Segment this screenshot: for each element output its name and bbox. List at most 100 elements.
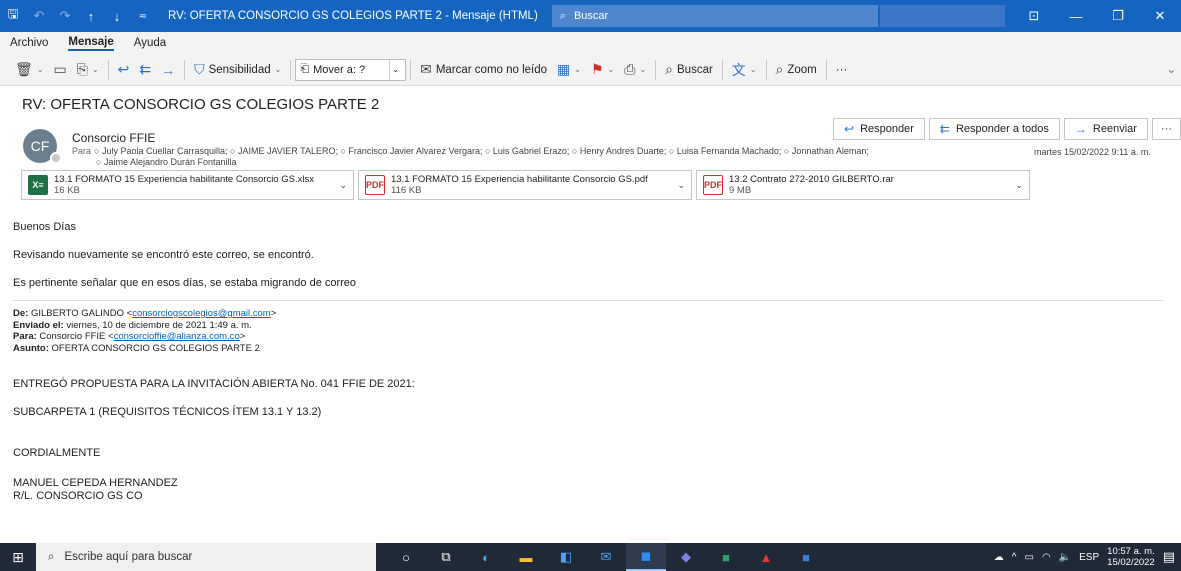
- network-icon[interactable]: ▭: [1025, 552, 1034, 563]
- trash-icon: 🗑: [15, 61, 33, 77]
- notifications-icon[interactable]: ▤: [1163, 549, 1175, 565]
- more-actions-button[interactable]: ···: [1151, 118, 1181, 140]
- attachment-size: 9 MB: [729, 185, 752, 196]
- attachment-rar[interactable]: PDF 13.2 Contrato 272-2010 GILBERTO.rar 9…: [696, 170, 1030, 200]
- delete-button[interactable]: 🗑 ⌄: [10, 58, 48, 82]
- previous-item-icon[interactable]: ↑: [78, 0, 104, 32]
- outlook-icon[interactable]: ◼: [626, 543, 666, 571]
- search-icon: ⌕: [559, 9, 566, 22]
- translate-button[interactable]: 文 ⌄: [727, 58, 762, 82]
- teams-icon[interactable]: ◆: [666, 543, 706, 571]
- attachment-name: 13.2 Contrato 272-2010 GILBERTO.rar: [729, 174, 894, 185]
- attachment-xlsx[interactable]: X≡ 13.1 FORMATO 15 Experiencia habilitan…: [21, 170, 354, 200]
- chevron-down-icon[interactable]: ⌄: [671, 180, 685, 191]
- edge-icon[interactable]: ◐: [466, 543, 506, 571]
- fwd-sent-value: viernes, 10 de diciembre de 2021 1:49 a.…: [66, 319, 252, 331]
- customize-toolbar-icon[interactable]: ≂: [130, 0, 156, 32]
- forward-action-button[interactable]: → Reenviar: [1063, 118, 1148, 140]
- archive-button[interactable]: ▭: [48, 58, 71, 82]
- volume-icon[interactable]: 🔈: [1059, 552, 1071, 563]
- excel-icon[interactable]: ■: [706, 543, 746, 571]
- policy-button[interactable]: ⎙ ⌄: [619, 58, 651, 82]
- language-indicator[interactable]: ESP: [1079, 552, 1099, 563]
- close-button[interactable]: ✕: [1139, 0, 1181, 32]
- chevron-down-icon: ⌄: [91, 65, 99, 74]
- clock[interactable]: 10:57 a. m. 15/02/2022: [1107, 546, 1155, 568]
- forward-button[interactable]: →: [156, 58, 180, 82]
- show-hidden-icons-icon[interactable]: ^: [1012, 552, 1017, 563]
- more-label: ···: [835, 63, 848, 76]
- chevron-down-icon[interactable]: ⌄: [389, 59, 401, 80]
- minimize-button[interactable]: —: [1055, 0, 1097, 32]
- tab-mensaje[interactable]: Mensaje: [68, 36, 114, 51]
- separator: [765, 59, 767, 80]
- chevron-down-icon[interactable]: ⌄: [333, 180, 347, 191]
- fwd-to-name: Consorcio FFIE <: [39, 331, 114, 342]
- cortana-icon[interactable]: ○: [386, 543, 426, 571]
- envelope-icon: ✉: [420, 61, 432, 77]
- body-paragraph-2: SUBCARPETA 1 (REQUISITOS TÉCNICOS ÍTEM 1…: [13, 406, 322, 418]
- next-item-icon[interactable]: ↓: [104, 0, 130, 32]
- sensitivity-button[interactable]: ⛉ Sensibilidad ⌄: [189, 58, 286, 82]
- save-icon[interactable]: 🖫: [0, 0, 26, 32]
- mark-unread-label: Marcar como no leído: [435, 63, 548, 76]
- taskbar-search-placeholder: Escribe aquí para buscar: [64, 551, 193, 563]
- windows-start-button[interactable]: ⊞: [0, 543, 36, 571]
- undo-icon[interactable]: ↶: [26, 0, 52, 32]
- file-explorer-icon[interactable]: ▬: [506, 543, 546, 571]
- reply-all-icon: ⇇: [139, 61, 152, 77]
- wifi-icon[interactable]: ◠: [1042, 552, 1051, 563]
- ribbon-display-icon[interactable]: ⊡: [1013, 0, 1055, 32]
- reply-icon: ↩: [844, 122, 855, 136]
- move-to-icon: ⎗: [300, 63, 310, 75]
- chevron-down-icon: ⌄: [639, 65, 647, 74]
- sender-name[interactable]: Consorcio FFIE: [72, 131, 155, 145]
- reply-all-action-button[interactable]: ⇇ Responder a todos: [928, 118, 1060, 140]
- separator: [290, 59, 292, 80]
- chevron-down-icon: ⌄: [749, 65, 757, 74]
- search-button[interactable]: ⌕ Buscar: [660, 58, 718, 82]
- expand-ribbon-button[interactable]: ⌄: [1162, 58, 1181, 82]
- fwd-sent-label: Enviado el:: [13, 319, 64, 331]
- body-line-2: Es pertinente señalar que en esos días, …: [13, 277, 357, 289]
- tab-archivo[interactable]: Archivo: [10, 37, 48, 49]
- fwd-to-email-link[interactable]: consorcioffie@alianza.com.co: [114, 331, 240, 342]
- reply-button[interactable]: ↩: [113, 58, 135, 82]
- store-icon[interactable]: ◧: [546, 543, 586, 571]
- title-search-box[interactable]: ⌕ Buscar: [551, 5, 878, 27]
- mark-unread-button[interactable]: ✉ Marcar como no leído: [415, 58, 552, 82]
- attachment-pdf[interactable]: PDF 13.1 FORMATO 15 Experiencia habilita…: [358, 170, 692, 200]
- chevron-down-icon: ⌄: [574, 65, 581, 74]
- move-to-label: Mover a: ?: [313, 63, 366, 76]
- move-to-dropdown[interactable]: ⎗ Mover a: ? ⌄: [295, 58, 407, 81]
- onedrive-icon[interactable]: ☁: [994, 552, 1004, 563]
- recipients-line-2: ○ Jaime Alejandro Durán Fontanilla: [96, 157, 237, 167]
- body-paragraph-1: ENTREGÓ PROPUESTA PARA LA INVITACIÓN ABI…: [13, 378, 415, 390]
- chevron-down-icon[interactable]: ⌄: [1009, 180, 1023, 191]
- flag-button[interactable]: ⚑ ⌄: [586, 58, 619, 82]
- fwd-from-email-link[interactable]: consorciogscolegios@gmail.com: [132, 308, 270, 319]
- taskbar-search[interactable]: ⌕ Escribe aquí para buscar: [36, 543, 376, 571]
- reply-action-button[interactable]: ↩ Responder: [833, 118, 925, 140]
- message-subject: RV: OFERTA CONSORCIO GS COLEGIOS PARTE 2: [22, 96, 380, 113]
- fwd-subject-label: Asunto:: [13, 342, 49, 354]
- presence-icon: [50, 152, 62, 164]
- word-icon[interactable]: ■: [786, 543, 826, 571]
- reply-all-button[interactable]: ⇇: [134, 58, 156, 82]
- recipients-list[interactable]: Para ○ July Paola Cuellar Carrasquilla; ○…: [72, 146, 1032, 168]
- task-view-icon[interactable]: ⧉: [426, 543, 466, 571]
- title-search-extension[interactable]: [879, 5, 1005, 27]
- more-commands-button[interactable]: ···: [831, 58, 853, 82]
- taskbar-apps: ○ ⧉ ◐ ▬ ◧ ✉ ◼ ◆ ■ ▲ ■: [386, 543, 826, 571]
- redo-icon[interactable]: ↷: [52, 0, 78, 32]
- restore-button[interactable]: ❐: [1097, 0, 1139, 32]
- chevron-down-icon: ⌄: [1166, 64, 1176, 76]
- categorize-button[interactable]: ▦ ⌄: [552, 58, 586, 82]
- recipients-line-1: ○ July Paola Cuellar Carrasquilla; ○ JAI…: [94, 146, 869, 156]
- search-icon: ⌕: [665, 61, 673, 77]
- move-folder-button[interactable]: ⎘ ⌄: [72, 58, 104, 82]
- zoom-button[interactable]: ⌕ Zoom: [771, 58, 822, 82]
- acrobat-icon[interactable]: ▲: [746, 543, 786, 571]
- tab-ayuda[interactable]: Ayuda: [134, 37, 166, 49]
- mail-icon[interactable]: ✉: [586, 543, 626, 571]
